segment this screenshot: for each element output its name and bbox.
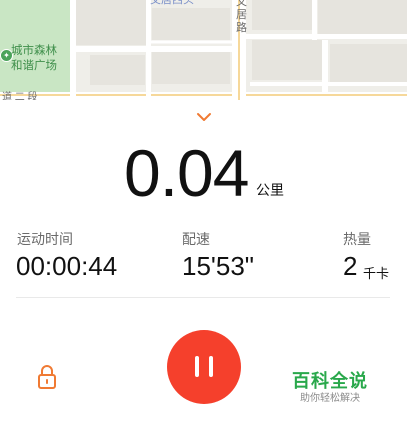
calories-value: 2 xyxy=(343,251,358,281)
pace-value: 15'53" xyxy=(182,251,255,281)
pace-label: 配速 xyxy=(182,231,210,247)
calories-label: 热量 xyxy=(343,231,371,247)
distance-value: 0.04 xyxy=(124,136,249,210)
map-park-label: 城市森林和谐广场 xyxy=(11,45,57,72)
watermark-title: 百科全说 xyxy=(292,371,368,391)
calories-unit: 千卡 xyxy=(363,266,390,281)
lock-button[interactable] xyxy=(35,364,59,390)
pause-button[interactable] xyxy=(167,330,241,404)
map-view[interactable]: ✦ 城市森林和谐广场 交居西头 文居路 道 二 段 xyxy=(0,0,407,100)
duration-value: 00:00:44 xyxy=(16,251,118,281)
distance-unit: 公里 xyxy=(256,182,284,198)
map-road-label-vertical: 文居路 xyxy=(236,0,247,34)
duration-label: 运动时间 xyxy=(17,231,73,247)
map-road-label-top: 交居西头 xyxy=(150,0,194,6)
collapse-panel-button[interactable] xyxy=(193,110,215,124)
workout-panel: 0.04 公里 运动时间 00:00:44 配速 15'53" 热量 2 千卡 … xyxy=(0,100,407,439)
chevron-down-icon xyxy=(197,113,211,121)
lock-icon xyxy=(38,365,56,389)
stats-divider xyxy=(16,297,390,298)
watermark: 百科全说 助你轻松解决 xyxy=(280,366,380,414)
map-road-label-bottom: 道 二 段 xyxy=(2,92,38,100)
watermark-subtitle: 助你轻松解决 xyxy=(300,393,360,404)
